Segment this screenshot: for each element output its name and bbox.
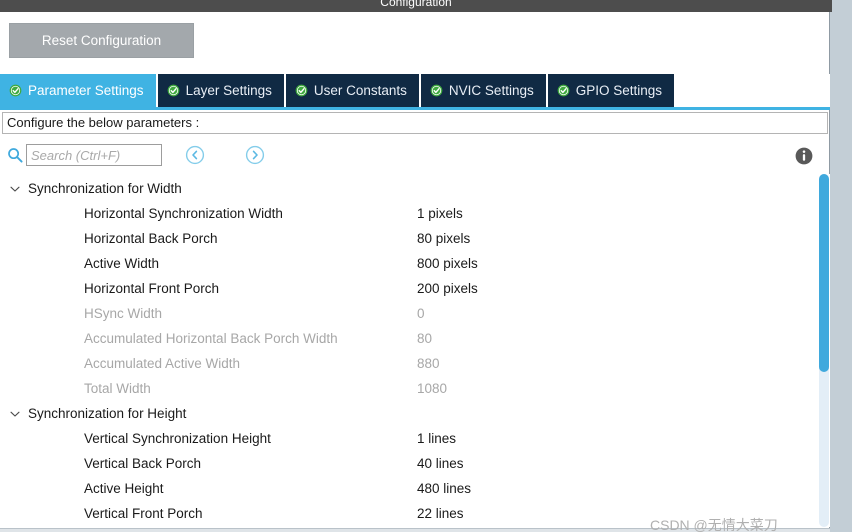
parameter-row: HSync Width 0 [0, 301, 816, 326]
parameter-name: Horizontal Synchronization Width [84, 206, 283, 221]
parameter-value[interactable]: 1 pixels [417, 206, 463, 221]
parameter-row[interactable]: Horizontal Back Porch 80 pixels [0, 226, 816, 251]
tab-layer-settings[interactable]: Layer Settings [157, 74, 286, 107]
settings-tabstrip: Parameter Settings Layer Settings User Con… [0, 74, 830, 107]
check-circle-icon [167, 84, 180, 97]
tab-nvic-settings[interactable]: NVIC Settings [420, 74, 548, 107]
tab-parameter-settings[interactable]: Parameter Settings [0, 74, 158, 107]
parameter-value: 1080 [417, 381, 448, 396]
parameter-row[interactable]: Active Width 800 pixels [0, 251, 816, 276]
parameter-value: 0 [417, 306, 425, 321]
chevron-down-icon[interactable] [9, 183, 28, 195]
window-titlebar: Configuration [0, 0, 832, 12]
parameter-name: Active Height [84, 481, 164, 496]
right-gutter [831, 12, 852, 532]
parameter-name: Accumulated Active Width [84, 356, 241, 371]
window-body: Reset Configuration Parameter Settings La… [0, 12, 830, 532]
parameter-name: Accumulated Horizontal Back Porch Width [84, 331, 338, 346]
parameter-value[interactable]: 1 lines [417, 431, 456, 446]
parameter-name: Vertical Front Porch [84, 506, 203, 521]
info-icon[interactable] [795, 147, 813, 165]
chevron-down-icon[interactable] [9, 408, 28, 420]
reset-configuration-button[interactable]: Reset Configuration [9, 23, 194, 58]
parameter-value[interactable]: 80 pixels [417, 231, 470, 246]
tree-group-header[interactable]: Synchronization for Height [0, 401, 816, 426]
parameter-value[interactable]: 480 lines [417, 481, 471, 496]
tab-label: User Constants [313, 83, 407, 98]
chevron-left-circle-icon[interactable] [185, 145, 205, 165]
window-title: Configuration [380, 0, 452, 9]
chevron-right-circle-icon[interactable] [245, 145, 265, 165]
tree-group-label: Synchronization for Width [28, 181, 182, 196]
check-circle-icon [9, 84, 22, 97]
search-toolbar [0, 140, 830, 174]
parameter-value[interactable]: 22 lines [417, 506, 464, 521]
tree-group-header[interactable]: Synchronization for Width [0, 176, 816, 201]
parameter-name: Active Width [84, 256, 160, 271]
parameter-name: Horizontal Front Porch [84, 281, 220, 296]
tree-group-label: Synchronization for Height [28, 406, 187, 421]
search-input[interactable] [26, 144, 162, 166]
check-circle-icon [430, 84, 443, 97]
parameter-name: HSync Width [84, 306, 163, 321]
tab-label: GPIO Settings [575, 83, 663, 98]
tabstrip-underline [0, 107, 830, 110]
parameter-row: Total Width 1080 [0, 376, 816, 401]
parameter-row[interactable]: Horizontal Synchronization Width 1 pixels [0, 201, 816, 226]
parameter-value: 80 [417, 331, 433, 346]
parameter-row[interactable]: Active Height 480 lines [0, 476, 816, 501]
parameter-row: Accumulated Horizontal Back Porch Width 8… [0, 326, 816, 351]
tab-gpio-settings[interactable]: GPIO Settings [547, 74, 675, 107]
configuration-window: Configuration Reset Configuration Parame… [0, 0, 852, 532]
parameter-value[interactable]: 200 pixels [417, 281, 478, 296]
parameter-name: Total Width [84, 381, 151, 396]
parameter-row[interactable]: Vertical Back Porch 40 lines [0, 451, 816, 476]
search-icon [7, 147, 23, 163]
tab-label: NVIC Settings [448, 83, 534, 98]
parameter-name: Vertical Synchronization Height [84, 431, 271, 446]
tab-label: Parameter Settings [28, 83, 144, 98]
parameter-row[interactable]: Vertical Synchronization Height 1 lines [0, 426, 816, 451]
parameter-value[interactable]: 800 pixels [417, 256, 478, 271]
check-circle-icon [557, 84, 570, 97]
configure-hint-bar: Configure the below parameters : [2, 112, 828, 134]
csdn-watermark: CSDN @无情大菜刀 [650, 517, 778, 532]
parameter-name: Horizontal Back Porch [84, 231, 218, 246]
parameter-value[interactable]: 40 lines [417, 456, 464, 471]
parameter-name: Vertical Back Porch [84, 456, 202, 471]
parameter-tree: Synchronization for Width Horizontal Sync… [0, 176, 816, 527]
tab-label: Layer Settings [185, 83, 272, 98]
tab-user-constants[interactable]: User Constants [285, 74, 421, 107]
scrollbar-thumb[interactable] [819, 174, 829, 372]
parameter-row[interactable]: Horizontal Front Porch 200 pixels [0, 276, 816, 301]
parameter-value: 880 [417, 356, 440, 371]
check-circle-icon [295, 84, 308, 97]
tree-scrollbar[interactable] [818, 174, 830, 527]
parameter-row: Accumulated Active Width 880 [0, 351, 816, 376]
